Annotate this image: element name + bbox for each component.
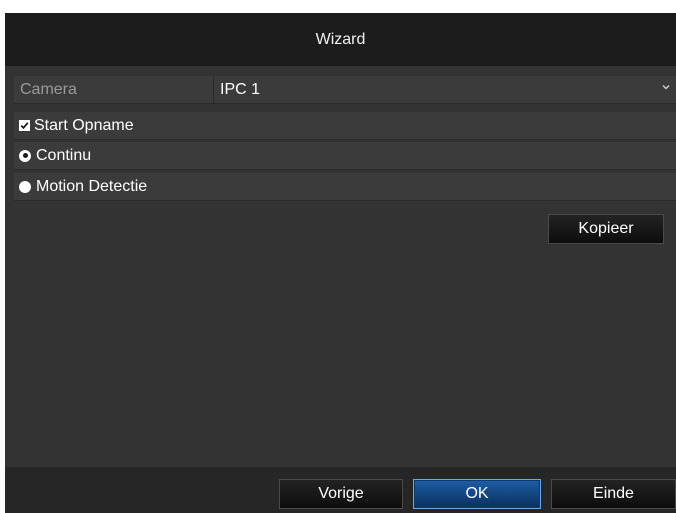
start-opname-label: Start Opname <box>34 116 134 134</box>
camera-select[interactable]: IPC 1 <box>214 76 676 103</box>
einde-button[interactable]: Einde <box>551 479 676 509</box>
camera-row: Camera IPC 1 <box>14 76 676 104</box>
window-title: Wizard <box>5 13 676 66</box>
start-opname-row[interactable]: Start Opname <box>14 112 676 140</box>
radio-continu-label: Continu <box>36 146 92 164</box>
radio-continu[interactable] <box>19 149 31 162</box>
chevron-down-icon <box>662 85 670 90</box>
vorige-button[interactable]: Vorige <box>279 479 403 509</box>
kopieer-button[interactable]: Kopieer <box>548 214 664 244</box>
radio-selected-dot <box>22 153 28 158</box>
checkmark-icon <box>20 122 29 130</box>
radio-motion-detectie[interactable] <box>19 180 31 193</box>
start-opname-checkbox[interactable] <box>19 120 30 131</box>
camera-label: Camera <box>14 76 214 103</box>
radio-motion-detectie-label: Motion Detectie <box>36 177 148 195</box>
radio-option-continu[interactable]: Continu <box>14 142 676 170</box>
wizard-window: Wizard Camera IPC 1 Start Opname Continu… <box>5 13 676 513</box>
radio-option-motion-detectie[interactable]: Motion Detectie <box>14 173 676 201</box>
ok-button[interactable]: OK <box>413 479 541 509</box>
camera-select-value: IPC 1 <box>220 80 261 98</box>
